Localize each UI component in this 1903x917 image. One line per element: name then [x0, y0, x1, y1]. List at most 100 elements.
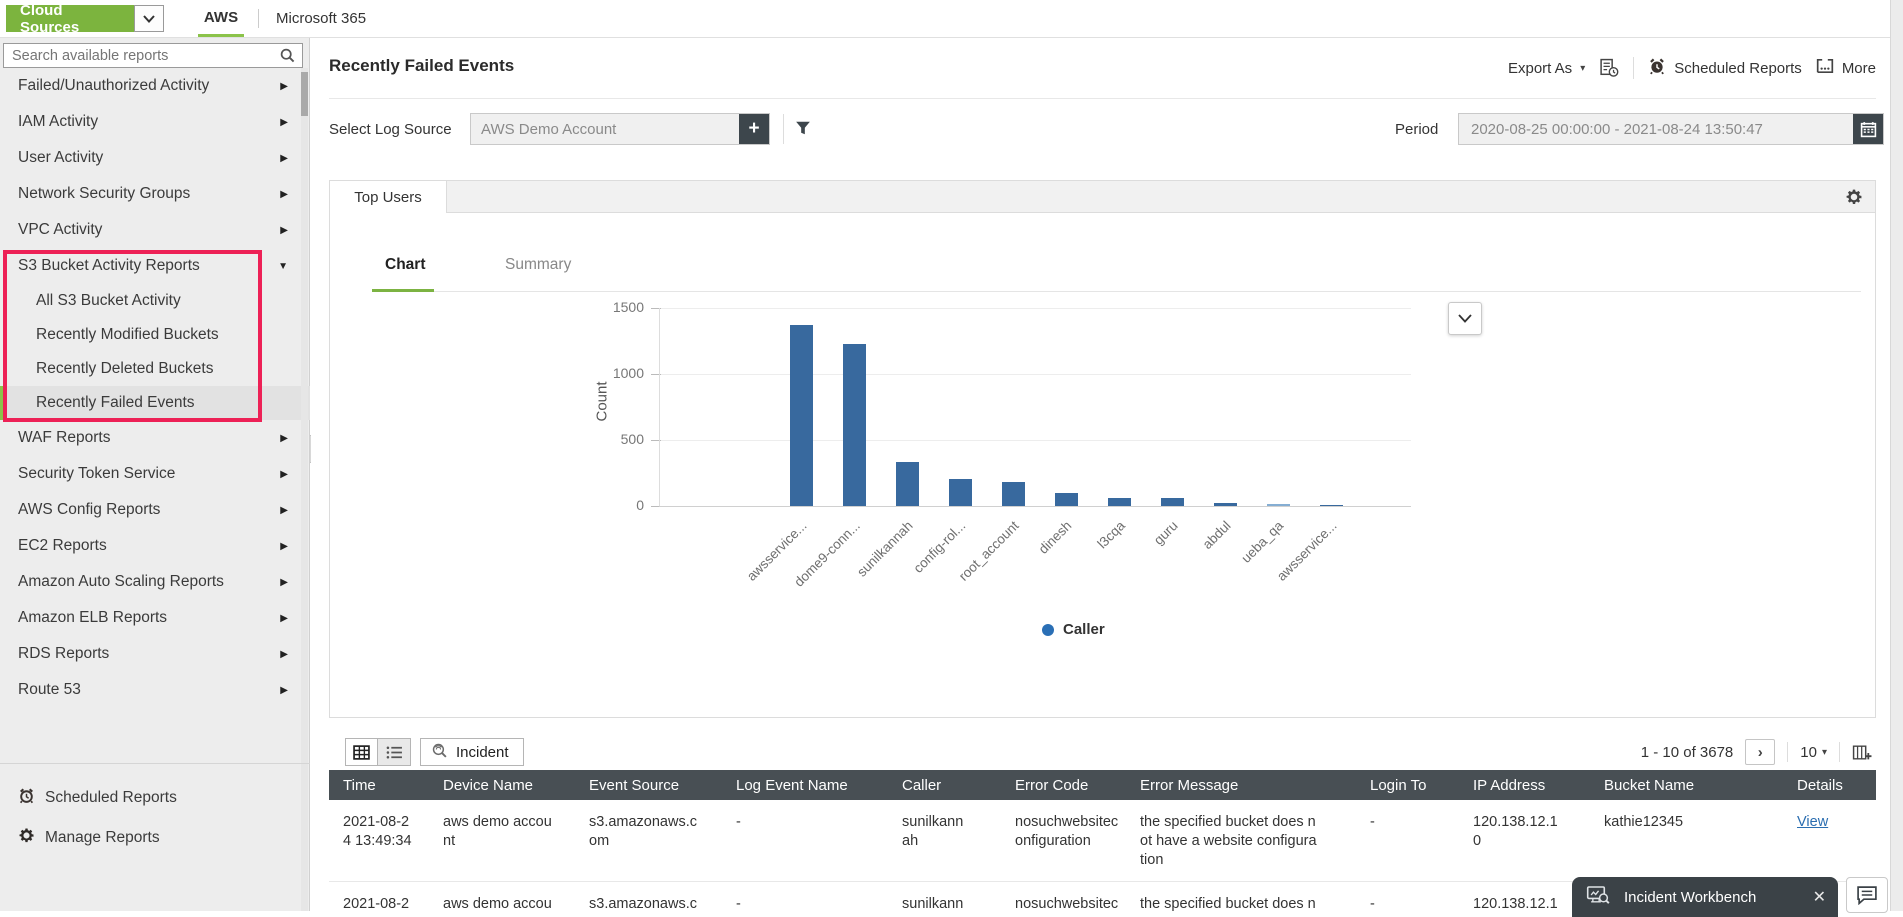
bar-l3cqa[interactable] — [1108, 498, 1131, 506]
view-details-link[interactable]: View — [1797, 814, 1828, 830]
log-source-select[interactable]: AWS Demo Account + — [470, 113, 770, 145]
column-header-bucket_name[interactable]: Bucket Name — [1590, 770, 1783, 800]
export-schedule-icon[interactable] — [1599, 58, 1619, 78]
cell-error_message: the specified bucket does not have a web… — [1126, 881, 1356, 911]
bar-config-rol...[interactable] — [949, 479, 972, 506]
chevron-right-icon[interactable]: ▶ — [280, 117, 288, 128]
sidebar-item-recently-failed-events[interactable]: Recently Failed Events — [0, 386, 310, 420]
incident-workbench-panel[interactable]: Incident Workbench ✕ — [1572, 877, 1838, 917]
column-header-ip_address[interactable]: IP Address — [1459, 770, 1590, 800]
grid-view-button[interactable] — [346, 739, 378, 765]
column-header-login_to[interactable]: Login To — [1356, 770, 1459, 800]
cell-time: 2021-08-24 13:49:34 — [329, 800, 429, 881]
sidebar-item-rds-reports[interactable]: RDS Reports▶ — [0, 636, 310, 672]
chevron-right-icon[interactable]: ▶ — [280, 505, 288, 516]
column-header-error_message[interactable]: Error Message — [1126, 770, 1356, 800]
bar-root_account[interactable] — [1002, 482, 1025, 506]
cell-log_event_name: - — [722, 881, 888, 911]
column-header-caller[interactable]: Caller — [888, 770, 1001, 800]
chevron-down-icon[interactable]: ▼ — [278, 261, 288, 272]
chevron-right-icon[interactable]: ▶ — [280, 153, 288, 164]
cell-ip_address: 120.138.12.10 — [1459, 800, 1590, 881]
bar-awsservice...[interactable] — [790, 325, 813, 506]
chevron-right-icon[interactable]: ▶ — [280, 613, 288, 624]
chevron-down-icon[interactable] — [134, 5, 164, 32]
sidebar-item-s3-bucket-activity-reports[interactable]: S3 Bucket Activity Reports ▼ — [0, 248, 310, 284]
column-header-device_name[interactable]: Device Name — [429, 770, 575, 800]
report-search-box[interactable] — [3, 43, 303, 68]
sidebar-item-amazon-auto-scaling-reports[interactable]: Amazon Auto Scaling Reports ▶ — [0, 564, 310, 600]
export-as-button[interactable]: Export As ▾ — [1508, 60, 1585, 77]
sidebar-item-scheduled-reports[interactable]: Scheduled Reports — [0, 778, 310, 818]
sidebar-item-aws-config-reports[interactable]: AWS Config Reports▶ — [0, 492, 310, 528]
bar-guru[interactable] — [1161, 498, 1184, 506]
gridline — [659, 374, 1411, 375]
sidebar-item-failed-unauthorized-activity[interactable]: Failed/Unauthorized Activity ▶ — [0, 68, 310, 104]
gear-icon — [18, 827, 35, 849]
chevron-right-icon[interactable]: ▶ — [280, 469, 288, 480]
sidebar-scrollbar-thumb[interactable] — [301, 72, 308, 116]
sidebar-item-network-security-groups[interactable]: Network Security Groups▶ — [0, 176, 310, 212]
feedback-chat-button[interactable] — [1846, 877, 1888, 913]
sidebar-item-recently-deleted-buckets[interactable]: Recently Deleted Buckets — [0, 352, 310, 386]
chevron-right-icon[interactable]: ▶ — [280, 189, 288, 200]
calendar-icon[interactable] — [1853, 114, 1883, 144]
column-header-details[interactable]: Details — [1783, 770, 1876, 800]
sidebar-item-recently-modified-buckets[interactable]: Recently Modified Buckets — [0, 318, 310, 352]
sidebar-item-amazon-elb-reports[interactable]: Amazon ELB Reports▶ — [0, 600, 310, 636]
bar-abdul[interactable] — [1214, 503, 1237, 506]
sidebar-item-security-token-service[interactable]: Security Token Service▶ — [0, 456, 310, 492]
view-toggle-group — [345, 738, 411, 766]
chevron-right-icon[interactable]: ▶ — [280, 649, 288, 660]
next-page-button[interactable]: › — [1745, 739, 1775, 765]
tab-aws[interactable]: AWS — [198, 0, 244, 37]
add-log-source-button[interactable]: + — [739, 114, 769, 144]
column-header-error_code[interactable]: Error Code — [1001, 770, 1126, 800]
chevron-right-icon[interactable]: ▶ — [280, 577, 288, 588]
close-icon[interactable]: ✕ — [1813, 887, 1826, 907]
search-input[interactable] — [4, 48, 280, 64]
search-icon[interactable] — [280, 48, 302, 63]
sidebar-item-label: Amazon Auto Scaling Reports — [18, 573, 224, 591]
column-header-time[interactable]: Time — [329, 770, 429, 800]
sidebar-item-label: Failed/Unauthorized Activity — [18, 77, 209, 95]
sidebar-item-user-activity[interactable]: User Activity▶ — [0, 140, 310, 176]
bar-dome9-conn...[interactable] — [843, 344, 866, 506]
chart-legend[interactable]: Caller — [1042, 621, 1105, 638]
sidebar-item-waf-reports[interactable]: WAF Reports▶ — [0, 420, 310, 456]
right-rail[interactable] — [1890, 0, 1903, 911]
more-button[interactable]: More — [1816, 57, 1876, 79]
cell-device_name: aws demo account — [429, 800, 575, 881]
chevron-right-icon[interactable]: ▶ — [280, 541, 288, 552]
x-tick-label: config-rol... — [911, 518, 969, 576]
incident-label: Incident — [456, 744, 509, 761]
bar-dinesh[interactable] — [1055, 493, 1078, 506]
sidebar-item-route-53[interactable]: Route 53▶ — [0, 672, 310, 708]
sidebar-item-all-s3-bucket-activity[interactable]: All S3 Bucket Activity — [0, 284, 310, 318]
x-tick-label: l3cqa — [1094, 518, 1127, 551]
sidebar-item-vpc-activity[interactable]: VPC Activity▶ — [0, 212, 310, 248]
chevron-right-icon[interactable]: ▶ — [280, 433, 288, 444]
column-header-log_event_name[interactable]: Log Event Name — [722, 770, 888, 800]
scheduled-reports-button[interactable]: Scheduled Reports — [1648, 57, 1802, 79]
incident-button[interactable]: Incident — [420, 738, 524, 766]
workbench-monitor-icon — [1586, 885, 1610, 909]
sidebar-item-label: S3 Bucket Activity Reports — [18, 257, 200, 275]
bar-sunilkannah[interactable] — [896, 462, 919, 506]
chevron-right-icon[interactable]: ▶ — [280, 81, 288, 92]
period-field[interactable]: 2020-08-25 00:00:00 - 2021-08-24 13:50:4… — [1458, 113, 1884, 145]
list-view-button[interactable] — [378, 739, 410, 765]
chevron-right-icon[interactable]: ▶ — [280, 685, 288, 696]
filter-funnel-icon[interactable] — [795, 120, 811, 141]
sidebar-item-iam-activity[interactable]: IAM Activity▶ — [0, 104, 310, 140]
sidebar-item-manage-reports[interactable]: Manage Reports — [0, 818, 310, 858]
add-column-icon[interactable] — [1852, 744, 1872, 761]
page-size-dropdown[interactable]: 10 ▾ — [1800, 744, 1827, 761]
chevron-right-icon[interactable]: ▶ — [280, 225, 288, 236]
bar-awsservice...[interactable] — [1320, 505, 1343, 506]
cloud-sources-dropdown[interactable]: Cloud Sources — [6, 5, 164, 32]
column-header-event_source[interactable]: Event Source — [575, 770, 722, 800]
bar-ueba_qa[interactable] — [1267, 504, 1290, 506]
sidebar-item-ec2-reports[interactable]: EC2 Reports▶ — [0, 528, 310, 564]
tab-microsoft-365[interactable]: Microsoft 365 — [276, 0, 366, 37]
